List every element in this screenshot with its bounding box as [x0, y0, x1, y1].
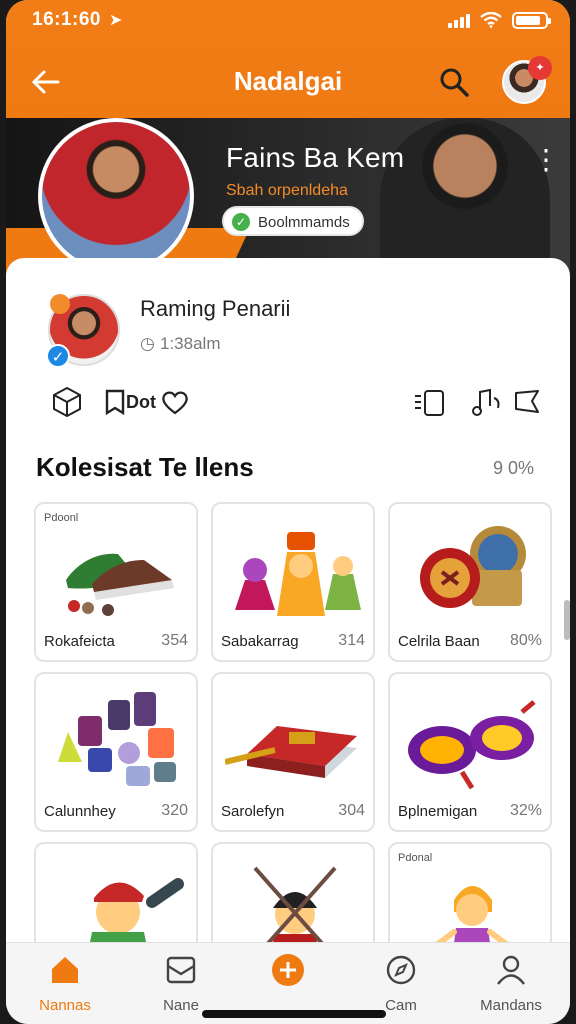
item-name: Rokafeicta [44, 633, 115, 650]
search-icon[interactable] [436, 64, 472, 100]
action-row: Dot [46, 384, 546, 420]
top-bar: 16:1:60 ➤ Nadalgai ✦ [6, 0, 570, 118]
heart-icon[interactable] [160, 384, 190, 420]
medallion-icon [420, 526, 526, 608]
save-label: Dot [126, 391, 156, 412]
gems-icon [58, 692, 176, 786]
clipboard-icon[interactable] [412, 384, 448, 420]
nav-explore[interactable]: Cam [346, 951, 456, 1014]
app-header: Nadalgai ✦ [6, 52, 570, 110]
item-name: Bplnemigan [398, 803, 478, 820]
status-time: 16:1:60 [32, 9, 101, 30]
grid-item[interactable]: Pdoonl Rokafeicta 354 [34, 502, 198, 662]
check-icon: ✓ [232, 213, 250, 231]
banner-subtitle: Sbah orpenldeha [226, 182, 348, 199]
item-value: 320 [161, 802, 188, 819]
compass-icon [346, 951, 456, 989]
profile-name: Raming Penarii [140, 296, 291, 321]
add-icon [233, 951, 343, 989]
streak-badge-icon [50, 294, 70, 314]
bookmark-chip[interactable]: ✓ Boolmmamds [222, 206, 364, 236]
scrollbar[interactable] [564, 600, 570, 640]
nav-profile[interactable]: Mandans [456, 951, 566, 1014]
sneakers-icon [66, 553, 174, 616]
banner-name: Fains Ba Kem [226, 142, 405, 173]
figures-icon [235, 532, 361, 616]
location-arrow-icon: ➤ [109, 12, 123, 29]
music-note-icon[interactable] [470, 384, 504, 420]
nav-label: Nannas [39, 997, 91, 1014]
banner-person-image [380, 118, 550, 278]
grid-item[interactable]: Celrila Baan 80% [388, 502, 552, 662]
hero-avatar[interactable] [38, 118, 194, 274]
bottom-nav: Nannas Nane Cam Mandans [6, 942, 570, 1024]
item-name: Sabakarrag [221, 633, 299, 650]
item-name: Celrila Baan [398, 633, 480, 650]
notification-badge: ✦ [528, 56, 552, 80]
profile-time: ◷ 1:38alm [140, 334, 221, 353]
nav-inbox[interactable]: Nane [126, 951, 236, 1014]
save-button[interactable]: Dot [104, 384, 156, 420]
grid-item[interactable]: Sarolefyn 304 [211, 672, 375, 832]
clock-icon: ◷ [140, 334, 155, 353]
tokens-icon [408, 700, 536, 790]
nav-home[interactable]: Nannas [10, 951, 120, 1014]
grid-item[interactable]: Sabakarrag 314 [211, 502, 375, 662]
profile-icon [456, 951, 566, 989]
item-value: 354 [161, 632, 188, 649]
verified-icon: ✓ [46, 344, 70, 368]
signal-icon [448, 12, 470, 28]
chip-label: Boolmmamds [258, 214, 350, 231]
home-indicator[interactable] [202, 1010, 386, 1018]
page-title: Nadalgai [233, 65, 343, 96]
status-bar: 16:1:60 ➤ [32, 8, 551, 32]
item-name: Sarolefyn [221, 803, 285, 820]
section-title: Kolesisat Te llens [36, 452, 254, 482]
grid-item[interactable]: Calunnhey 320 [34, 672, 198, 832]
grid-item[interactable]: Bplnemigan 32% [388, 672, 552, 832]
item-value: 304 [338, 802, 365, 819]
nav-add[interactable] [233, 951, 343, 997]
item-value: 314 [338, 632, 365, 649]
section-percent: 9 0% [492, 458, 534, 478]
nav-label: Mandans [480, 997, 542, 1014]
inbox-icon [126, 951, 236, 989]
battery-icon [512, 11, 551, 29]
cube-icon[interactable] [50, 384, 84, 420]
back-arrow-icon[interactable] [28, 64, 64, 100]
flag-icon[interactable] [512, 384, 542, 420]
item-name: Calunnhey [44, 803, 116, 820]
item-value: 32% [509, 802, 542, 819]
book-icon [225, 726, 357, 778]
more-options-icon[interactable]: ⋮ [532, 146, 560, 176]
wifi-icon [480, 12, 502, 28]
item-value: 80% [509, 632, 542, 649]
user-avatar[interactable]: ✦ [502, 56, 552, 104]
app-screen: 16:1:60 ➤ Nadalgai ✦ Fains Ba Kem Sbah o… [6, 0, 570, 1024]
home-icon [10, 951, 120, 989]
